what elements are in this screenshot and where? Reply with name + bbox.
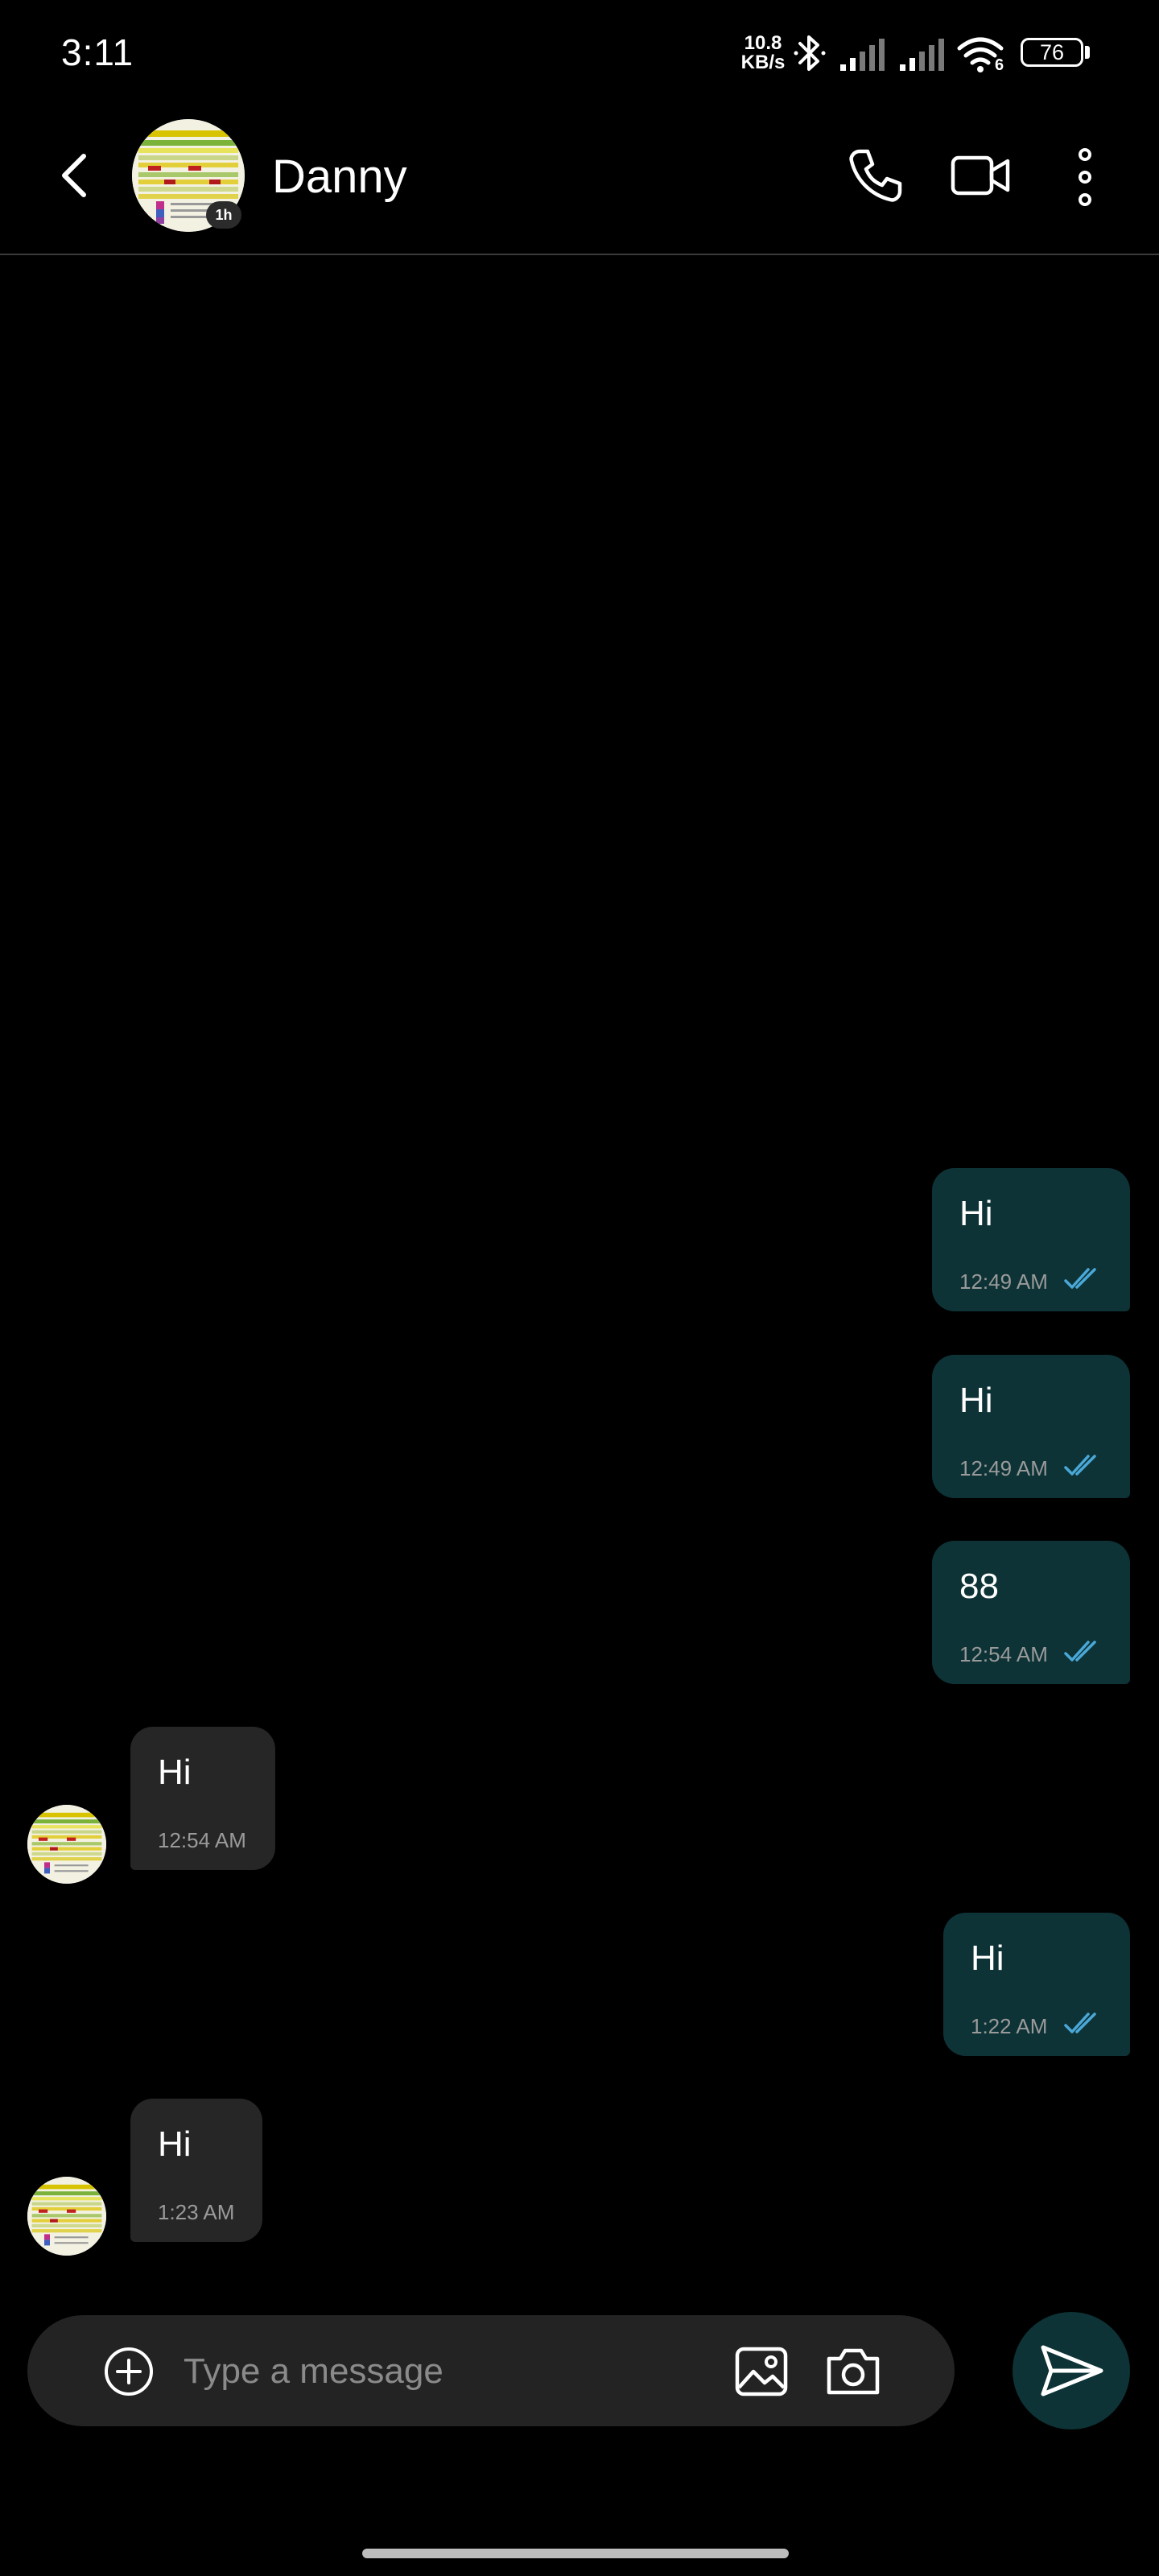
message-text: Hi bbox=[158, 2124, 192, 2164]
phone-icon bbox=[849, 149, 902, 202]
back-arrow-icon bbox=[62, 154, 86, 197]
message-bubble-received[interactable]: Hi 12:54 AM bbox=[130, 1727, 275, 1870]
message-text: Hi bbox=[959, 1194, 993, 1233]
message-input[interactable] bbox=[184, 2339, 707, 2404]
camera-icon bbox=[827, 2348, 880, 2395]
read-receipt-icon bbox=[1064, 1268, 1096, 1289]
gallery-button[interactable] bbox=[732, 2343, 790, 2401]
home-indicator[interactable] bbox=[362, 2549, 789, 2558]
network-speed-value: 10.8 bbox=[744, 32, 782, 54]
video-camera-icon bbox=[951, 155, 1010, 196]
add-circle-icon bbox=[105, 2347, 153, 2396]
message-time: 12:54 AM bbox=[959, 1642, 1048, 1666]
read-receipt-icon bbox=[1064, 1455, 1096, 1476]
sender-avatar[interactable] bbox=[27, 1805, 106, 1884]
avatar-image bbox=[27, 2177, 106, 2256]
message-text: Hi bbox=[959, 1381, 993, 1420]
avatar-image bbox=[27, 1805, 106, 1884]
read-receipt-icon bbox=[1064, 1641, 1096, 1662]
bluetooth-icon bbox=[792, 32, 827, 74]
send-button[interactable] bbox=[1013, 2312, 1130, 2429]
message-time: 12:49 AM bbox=[959, 1456, 1048, 1480]
message-text: Hi bbox=[158, 1752, 192, 1792]
header-divider bbox=[0, 254, 1159, 255]
more-options-button[interactable] bbox=[1070, 145, 1099, 209]
sender-avatar[interactable] bbox=[27, 2177, 106, 2256]
send-icon bbox=[1041, 2345, 1103, 2396]
network-speed: 10.8 KB/s bbox=[739, 34, 787, 72]
message-bubble-sent[interactable]: Hi 12:49 AM bbox=[932, 1355, 1130, 1498]
network-speed-unit: KB/s bbox=[740, 52, 786, 73]
image-icon bbox=[735, 2347, 788, 2396]
camera-button[interactable] bbox=[823, 2343, 884, 2401]
video-call-button[interactable] bbox=[950, 148, 1014, 203]
contact-name[interactable]: Danny bbox=[272, 150, 407, 204]
signal-strength-2-icon bbox=[898, 39, 948, 71]
message-bubble-sent[interactable]: Hi 1:22 AM bbox=[943, 1913, 1130, 2056]
battery-tip bbox=[1085, 46, 1090, 59]
signal-strength-1-icon bbox=[839, 39, 889, 71]
message-time: 12:54 AM bbox=[158, 1828, 246, 1852]
back-button[interactable] bbox=[53, 150, 95, 201]
wifi-generation-label: 6 bbox=[995, 56, 1004, 74]
voice-call-button[interactable] bbox=[845, 145, 906, 206]
avatar-status-badge: 1h bbox=[206, 201, 241, 229]
battery-level: 76 bbox=[1039, 40, 1065, 64]
message-bubble-received[interactable]: Hi 1:23 AM bbox=[130, 2099, 262, 2242]
attach-button[interactable] bbox=[101, 2344, 156, 2399]
more-vertical-icon bbox=[1079, 148, 1091, 206]
status-time: 3:11 bbox=[61, 31, 134, 73]
message-text: Hi bbox=[971, 1938, 1004, 1978]
message-bubble-sent[interactable]: Hi 12:49 AM bbox=[932, 1168, 1130, 1311]
message-time: 1:22 AM bbox=[971, 2014, 1048, 2038]
read-receipt-icon bbox=[1064, 2013, 1096, 2033]
message-text: 88 bbox=[959, 1567, 999, 1606]
message-time: 12:49 AM bbox=[959, 1269, 1048, 1294]
message-bubble-sent[interactable]: 88 12:54 AM bbox=[932, 1541, 1130, 1684]
message-time: 1:23 AM bbox=[158, 2200, 235, 2224]
